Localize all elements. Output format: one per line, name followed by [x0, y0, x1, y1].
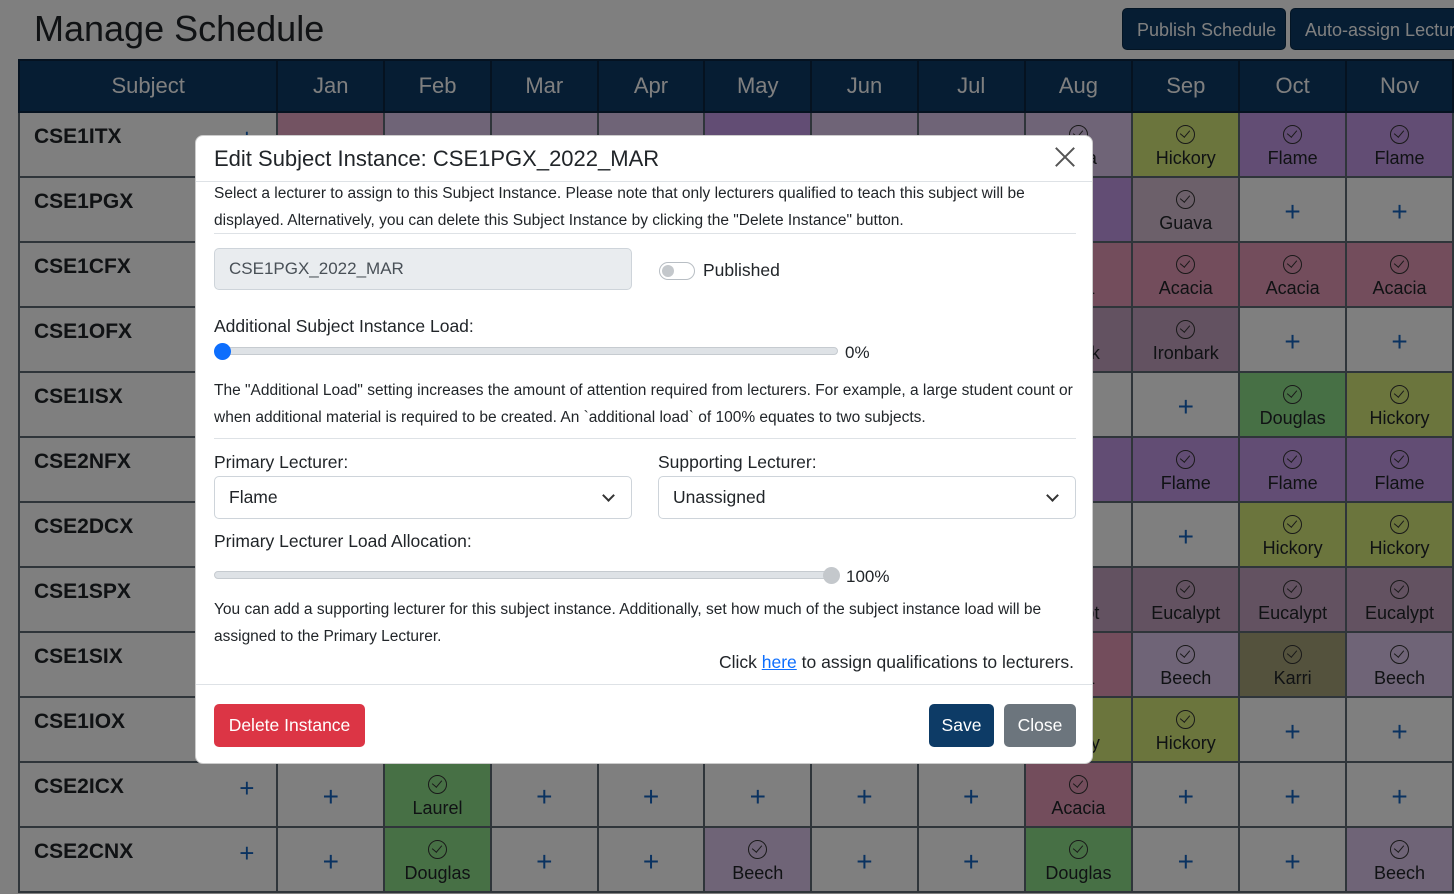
delete-instance-button[interactable]: Delete Instance — [214, 704, 365, 747]
primary-load-percent: 100% — [846, 567, 890, 586]
primary-load-slider-thumb[interactable] — [823, 567, 840, 584]
additional-load-percent: 0% — [845, 343, 870, 362]
edit-subject-instance-modal: Edit Subject Instance: CSE1PGX_2022_MAR … — [195, 135, 1093, 764]
published-label: Published — [703, 260, 780, 280]
published-toggle[interactable] — [659, 262, 695, 280]
additional-load-help-text: The "Additional Load" setting increases … — [214, 382, 1073, 426]
divider — [214, 438, 1076, 439]
supporting-lecturer-value: Unassigned — [673, 487, 766, 507]
modal-intro-text: Select a lecturer to assign to this Subj… — [214, 185, 1025, 229]
chevron-down-icon — [602, 489, 615, 502]
supporting-lecturer-select[interactable]: Unassigned — [658, 476, 1076, 519]
close-icon[interactable] — [1054, 146, 1076, 168]
additional-load-slider-thumb[interactable] — [214, 343, 231, 360]
primary-lecturer-label: Primary Lecturer: — [214, 452, 349, 472]
modal-title: Edit Subject Instance: CSE1PGX_2022_MAR — [214, 146, 660, 171]
qualifications-note-prefix: Click — [718, 652, 762, 672]
qualifications-link[interactable]: here — [762, 652, 797, 672]
primary-load-label: Primary Lecturer Load Allocation: — [214, 531, 472, 551]
supporting-help-text: You can add a supporting lecturer for th… — [214, 601, 1042, 645]
close-button[interactable]: Close — [1004, 704, 1076, 747]
qualifications-note-suffix: to assign qualifications to lecturers. — [796, 652, 1074, 672]
save-button[interactable]: Save — [929, 704, 994, 747]
primary-load-slider-track[interactable] — [214, 571, 838, 579]
divider — [214, 233, 1076, 234]
primary-lecturer-select[interactable]: Flame — [214, 476, 632, 519]
instance-id-field: CSE1PGX_2022_MAR — [214, 248, 632, 290]
modal-footer-divider — [196, 684, 1092, 685]
chevron-down-icon — [1046, 489, 1059, 502]
primary-lecturer-value: Flame — [229, 487, 278, 507]
qualifications-note: Click here to assign qualifications to l… — [719, 652, 1074, 673]
supporting-lecturer-label: Supporting Lecturer: — [658, 452, 817, 472]
additional-load-label: Additional Subject Instance Load: — [214, 316, 474, 336]
additional-load-slider-track[interactable] — [216, 347, 838, 355]
